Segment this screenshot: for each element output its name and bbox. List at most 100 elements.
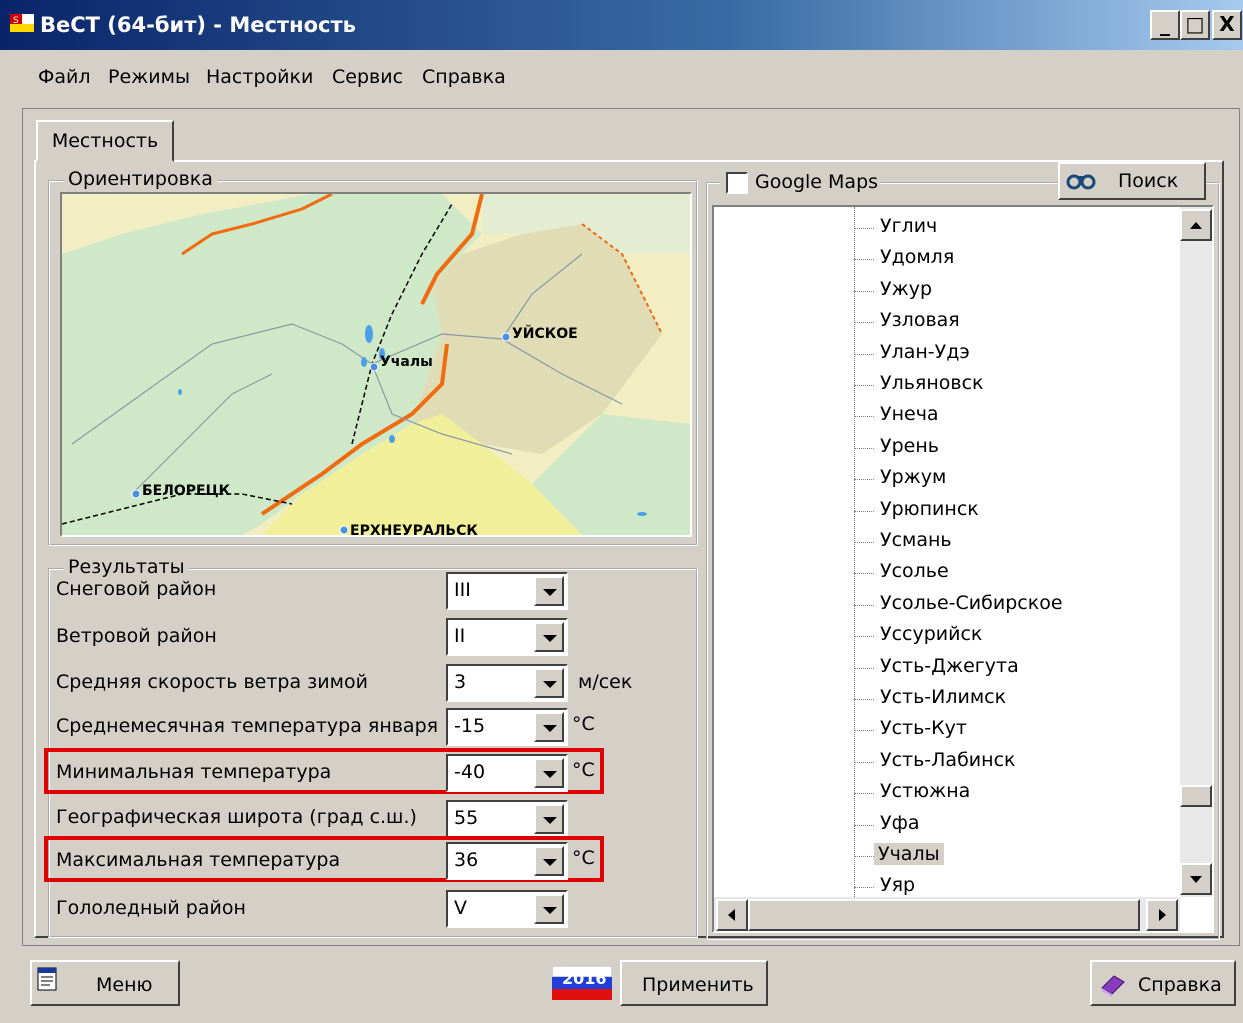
city-tree-item[interactable]: Улан-Удэ	[880, 341, 970, 363]
results-legend: Результаты	[64, 556, 189, 578]
tree-connector	[854, 322, 874, 324]
tree-connector	[854, 636, 874, 638]
city-tree-item[interactable]: Уссурийск	[880, 623, 982, 645]
menu-service[interactable]: Сервис	[332, 66, 403, 88]
scroll-down-button[interactable]	[1180, 863, 1212, 895]
ice-region-label: Гололедный район	[56, 897, 246, 919]
latitude-combo[interactable]: 55	[446, 800, 568, 838]
tree-connector	[854, 667, 874, 669]
city-tree-item[interactable]: Удомля	[880, 246, 954, 268]
tree-connector	[854, 887, 874, 889]
map-label-beloretsk: БЕЛОРЕЦК	[142, 483, 231, 499]
maximize-button[interactable]: □	[1180, 10, 1210, 40]
chevron-down-icon[interactable]	[534, 894, 564, 924]
app-icon: S	[10, 12, 36, 34]
city-tree-item[interactable]: Ужур	[880, 278, 932, 300]
tree-connector	[854, 353, 874, 355]
latitude-label: Географическая широта (град с.ш.)	[56, 806, 417, 828]
menu-modes[interactable]: Режимы	[108, 66, 190, 88]
snow-region-combo[interactable]: III	[446, 572, 568, 610]
apply-button[interactable]: Применить	[620, 960, 768, 1006]
map-label-verkhneuralsk: ЕРХНЕУРАЛЬСК	[350, 523, 478, 537]
year-flag-badge: 2016	[551, 965, 613, 1000]
january-temp-combo[interactable]: -15	[446, 708, 568, 746]
tree-connector	[854, 761, 874, 763]
city-tree-item[interactable]: Урень	[880, 435, 939, 457]
chevron-down-icon[interactable]	[534, 576, 564, 606]
menu-button[interactable]: Меню	[30, 960, 180, 1006]
minimize-button[interactable]: _	[1150, 10, 1180, 40]
min-temp-unit: °С	[572, 759, 595, 781]
menu-doc-icon	[36, 966, 60, 999]
city-tree-item[interactable]: Усть-Лабинск	[880, 749, 1016, 771]
city-tree-item[interactable]: Учалы	[874, 843, 944, 865]
scroll-left-button[interactable]	[716, 899, 748, 931]
chevron-down-icon[interactable]	[534, 846, 564, 876]
wind-region-label: Ветровой район	[56, 625, 217, 647]
menu-settings[interactable]: Настройки	[206, 66, 313, 88]
menu-button-label: Меню	[96, 974, 153, 996]
city-tree-item[interactable]: Уяр	[880, 874, 915, 896]
apply-button-label: Применить	[642, 974, 754, 996]
city-tree-item[interactable]: Усть-Джегута	[880, 655, 1019, 677]
city-tree-item[interactable]: Усолье-Сибирское	[880, 592, 1063, 614]
wind-region-combo[interactable]: II	[446, 618, 568, 656]
tree-connector	[854, 416, 874, 418]
city-tree-item[interactable]: Усть-Илимск	[880, 686, 1006, 708]
orientation-map[interactable]: УЙСКОЕ Учалы БЕЛОРЕЦК ЕРХНЕУРАЛЬСК	[60, 192, 692, 537]
city-tree-item[interactable]: Унеча	[880, 403, 939, 425]
winter-wind-speed-combo[interactable]: 3	[446, 664, 568, 702]
winter-wind-speed-label: Средняя скорость ветра зимой	[56, 671, 368, 693]
chevron-down-icon[interactable]	[534, 758, 564, 788]
help-book-icon	[1098, 970, 1128, 1003]
orientation-legend: Ориентировка	[64, 168, 217, 190]
january-temp-label: Среднемесячная температура января	[56, 715, 439, 737]
chevron-down-icon[interactable]	[534, 622, 564, 652]
search-button[interactable]: Поиск	[1058, 162, 1206, 200]
max-temp-combo[interactable]: 36	[446, 842, 568, 880]
menu-help[interactable]: Справка	[422, 66, 506, 88]
city-tree-item[interactable]: Усмань	[880, 529, 952, 551]
chevron-down-icon[interactable]	[534, 668, 564, 698]
city-tree-item[interactable]: Усть-Кут	[880, 717, 967, 739]
close-button[interactable]: X	[1212, 10, 1242, 40]
max-temp-label: Максимальная температура	[56, 849, 341, 871]
city-tree-item[interactable]: Углич	[880, 215, 937, 237]
tab-terrain[interactable]: Местность	[36, 120, 174, 162]
tree-connector	[854, 290, 874, 292]
city-tree-item[interactable]: Ульяновск	[880, 372, 984, 394]
tree-connector	[854, 479, 874, 481]
tree-connector	[854, 228, 874, 229]
chevron-down-icon[interactable]	[534, 712, 564, 742]
scroll-up-button[interactable]	[1180, 209, 1212, 241]
tree-connector	[854, 793, 874, 795]
menu-file[interactable]: Файл	[38, 66, 91, 88]
chevron-down-icon[interactable]	[534, 804, 564, 834]
snow-region-label: Снеговой район	[56, 578, 217, 600]
google-maps-label: Google Maps	[755, 171, 879, 193]
scroll-right-button[interactable]	[1146, 899, 1178, 931]
city-tree-item[interactable]: Уфа	[880, 812, 919, 834]
tree-connector	[854, 385, 874, 386]
city-tree-item[interactable]: Уржум	[880, 466, 946, 488]
tree-connector	[854, 447, 874, 449]
city-tree-item[interactable]: Усолье	[880, 560, 949, 582]
google-maps-checkbox[interactable]	[726, 172, 748, 194]
city-tree[interactable]: Углич Удомля Ужур Узловая Улан-Удэ Ульяновск У…	[712, 205, 1214, 933]
svg-text:S: S	[13, 16, 19, 26]
min-temp-label: Минимальная температура	[56, 761, 332, 783]
tree-connector	[854, 856, 874, 857]
horizontal-scroll-thumb[interactable]	[748, 899, 1140, 931]
wind-speed-unit: м/сек	[578, 671, 633, 693]
map-label-uyskoe: УЙСКОЕ	[512, 326, 578, 342]
city-tree-item[interactable]: Устюжна	[880, 780, 970, 802]
city-tree-item[interactable]: Урюпинск	[880, 498, 979, 520]
scroll-thumb[interactable]	[1180, 785, 1212, 807]
min-temp-combo[interactable]: -40	[446, 754, 568, 792]
january-temp-unit: °С	[572, 713, 595, 735]
help-button[interactable]: Справка	[1090, 960, 1236, 1006]
tree-connector	[854, 573, 874, 575]
city-tree-item[interactable]: Узловая	[880, 309, 960, 331]
ice-region-combo[interactable]: V	[446, 890, 568, 928]
tree-connector	[854, 730, 874, 732]
